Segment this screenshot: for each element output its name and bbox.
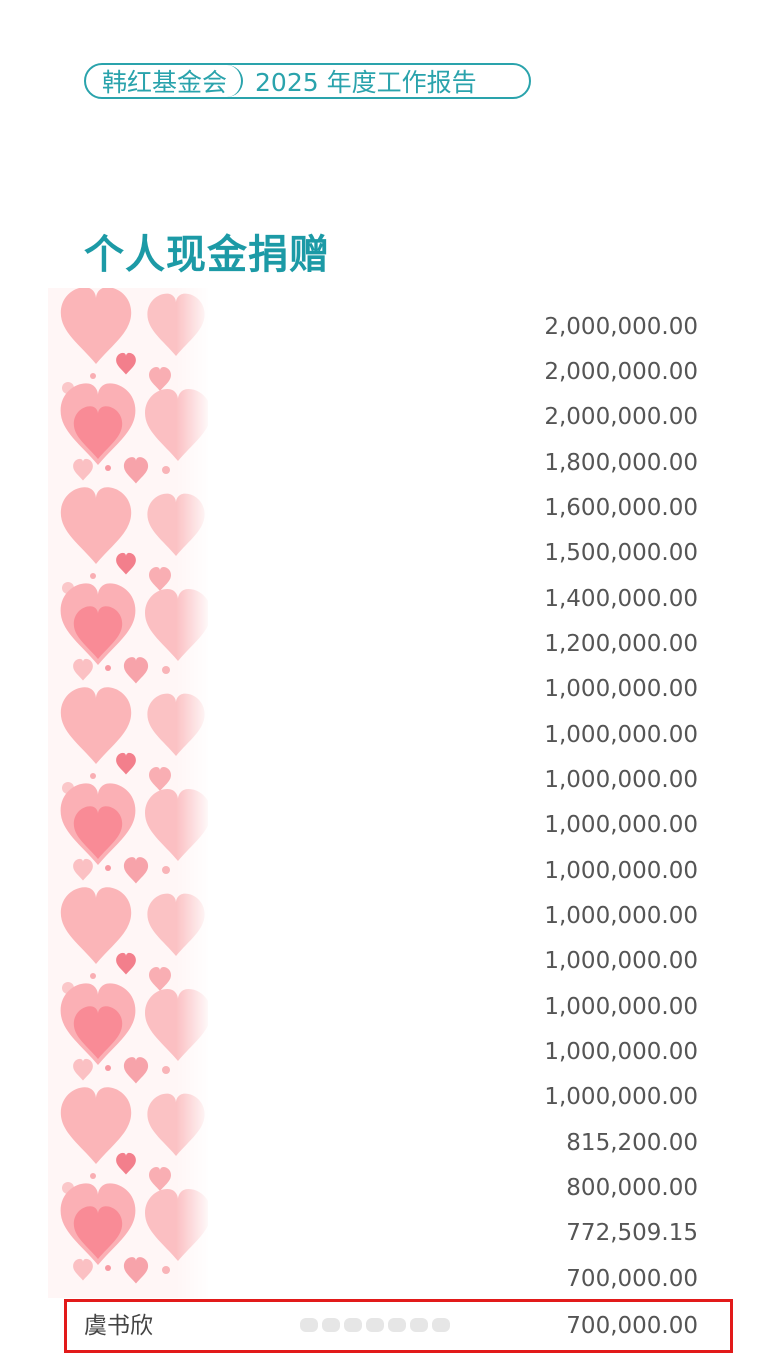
donation-amount: 1,000,000.00 bbox=[544, 676, 698, 702]
donation-amount: 2,000,000.00 bbox=[544, 314, 698, 340]
donation-amount: 800,000.00 bbox=[566, 1175, 698, 1201]
donation-amount: 2,000,000.00 bbox=[544, 359, 698, 385]
donation-amount: 1,200,000.00 bbox=[544, 631, 698, 657]
heart-pattern-icon bbox=[48, 288, 208, 1298]
donation-amount: 1,000,000.00 bbox=[544, 812, 698, 838]
donation-amount: 815,200.00 bbox=[566, 1130, 698, 1156]
highlighted-donation-amount: 700,000.00 bbox=[566, 1313, 698, 1339]
donation-amount: 1,000,000.00 bbox=[544, 1084, 698, 1110]
donation-amount: 1,000,000.00 bbox=[544, 994, 698, 1020]
section-title: 个人现金捐赠 bbox=[84, 232, 330, 278]
donation-amount: 1,000,000.00 bbox=[544, 903, 698, 929]
donation-amount: 1,500,000.00 bbox=[544, 540, 698, 566]
donor-name: 虞书欣 bbox=[84, 1313, 153, 1339]
report-header-badge: 韩红基金会 2025 年度工作报告 bbox=[84, 63, 531, 99]
donation-amount: 1,000,000.00 bbox=[544, 948, 698, 974]
donation-amount: 1,000,000.00 bbox=[544, 858, 698, 884]
donation-amount: 1,400,000.00 bbox=[544, 586, 698, 612]
donation-amount: 1,000,000.00 bbox=[544, 722, 698, 748]
report-title: 2025 年度工作报告 bbox=[255, 68, 477, 97]
heart-sticker-overlay bbox=[48, 288, 208, 1298]
donation-amount: 1,000,000.00 bbox=[544, 1039, 698, 1065]
donation-amount: 1,000,000.00 bbox=[544, 767, 698, 793]
donation-amount: 700,000.00 bbox=[566, 1266, 698, 1292]
foundation-name: 韩红基金会 bbox=[86, 65, 244, 97]
donation-amount: 772,509.15 bbox=[566, 1220, 698, 1246]
donation-amount: 1,800,000.00 bbox=[544, 450, 698, 476]
donation-amount: 2,000,000.00 bbox=[544, 404, 698, 430]
donation-amount: 1,600,000.00 bbox=[544, 495, 698, 521]
